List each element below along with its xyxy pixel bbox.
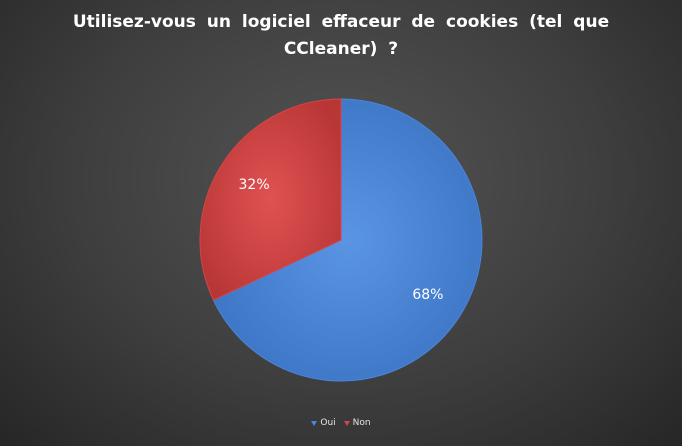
chart-legend: Oui Non — [0, 418, 682, 428]
data-label-non: 32% — [239, 177, 270, 193]
legend-entry-oui: Oui — [311, 418, 336, 428]
legend-marker-non — [343, 420, 350, 426]
pie-chart: 68% 32% — [199, 98, 483, 382]
legend-entry-non: Non — [343, 418, 371, 428]
data-label-oui: 68% — [412, 287, 443, 303]
chart-container: Utilisez-vous un logiciel effaceur de co… — [0, 0, 682, 446]
legend-label-non: Non — [352, 418, 371, 428]
legend-marker-oui — [311, 420, 318, 426]
legend-label-oui: Oui — [320, 418, 336, 428]
